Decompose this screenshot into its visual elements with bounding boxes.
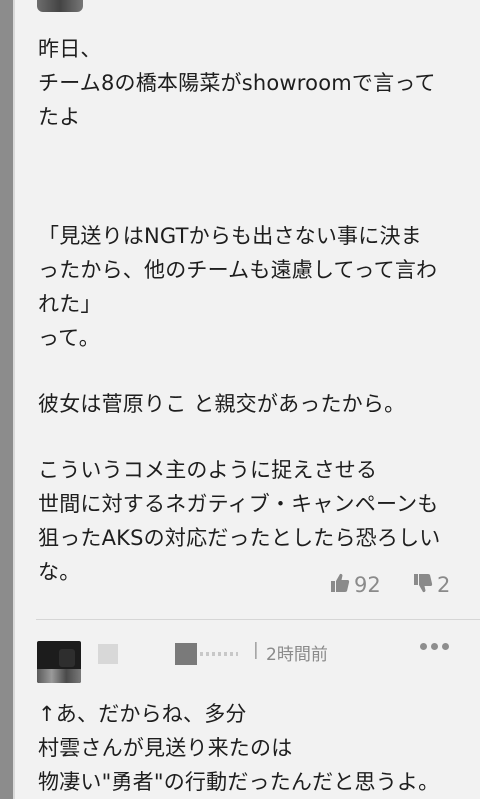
comment-line: 物凄い"勇者"の行動だったんだと思うよ。 — [38, 770, 440, 794]
dislike-button[interactable]: 2 — [413, 568, 450, 602]
reply-body: ↑あ、だからね、多分 村雲さんが見送り来たのは 物凄い"勇者"の行動だったんだと… — [38, 697, 468, 799]
avatar[interactable] — [37, 641, 81, 683]
comment-line: こういうコメ主のように捉えさせる — [38, 458, 378, 482]
comment-body: 昨日、 チーム8の橋本陽菜がshowroomで言って たよ 「見送りはNGTから… — [38, 32, 468, 589]
thumbs-down-icon — [413, 573, 437, 598]
comment-line — [38, 134, 468, 168]
comment-line — [38, 168, 468, 219]
user-badge-redacted — [175, 643, 197, 665]
dislike-count: 2 — [437, 573, 451, 597]
comment-line: 彼女は菅原りこ と親交があったから。 — [38, 392, 406, 416]
meta-separator: | — [253, 640, 259, 660]
comment-line: って。 — [38, 326, 100, 350]
avatar[interactable] — [37, 0, 83, 12]
comment-line: 昨日、 — [38, 37, 102, 61]
thumbs-up-icon — [330, 573, 354, 598]
avatar-detail — [59, 649, 75, 667]
thread-rail — [0, 0, 13, 799]
comment-line: ったから、他のチームも遠慮してって言わ — [38, 258, 438, 282]
comment-line: 村雲さんが見送り来たのは — [38, 736, 293, 760]
comment-line — [38, 355, 468, 387]
avatar-detail — [37, 669, 81, 683]
more-horizontal-icon[interactable] — [420, 643, 449, 650]
comment-line: ↑あ、だからね、多分 — [38, 702, 247, 726]
thread-rail-edge — [13, 0, 15, 799]
comment-line: 世間に対するネガティブ・キャンペーンも — [38, 492, 439, 516]
comment-line: な。 — [38, 560, 81, 584]
comment-line — [38, 421, 468, 453]
like-button[interactable]: 92 — [330, 568, 381, 602]
more-dot — [420, 643, 427, 650]
comment-timestamp: 2時間前 — [266, 645, 328, 665]
comment-line: たよ — [38, 105, 81, 129]
more-dot — [431, 643, 438, 650]
more-dot — [442, 643, 449, 650]
comment-line: 「見送りはNGTからも出さない事に決ま — [38, 224, 422, 248]
comment-divider — [36, 619, 480, 620]
like-count: 92 — [354, 573, 381, 597]
comment-line: 狙ったAKSの対応だったとしたら恐ろしい — [38, 526, 441, 550]
comment-line: チーム8の橋本陽菜がshowroomで言って — [38, 71, 436, 95]
user-id-redacted — [200, 652, 238, 656]
username-redacted[interactable] — [98, 644, 118, 664]
comment-line: れた」 — [38, 292, 102, 316]
